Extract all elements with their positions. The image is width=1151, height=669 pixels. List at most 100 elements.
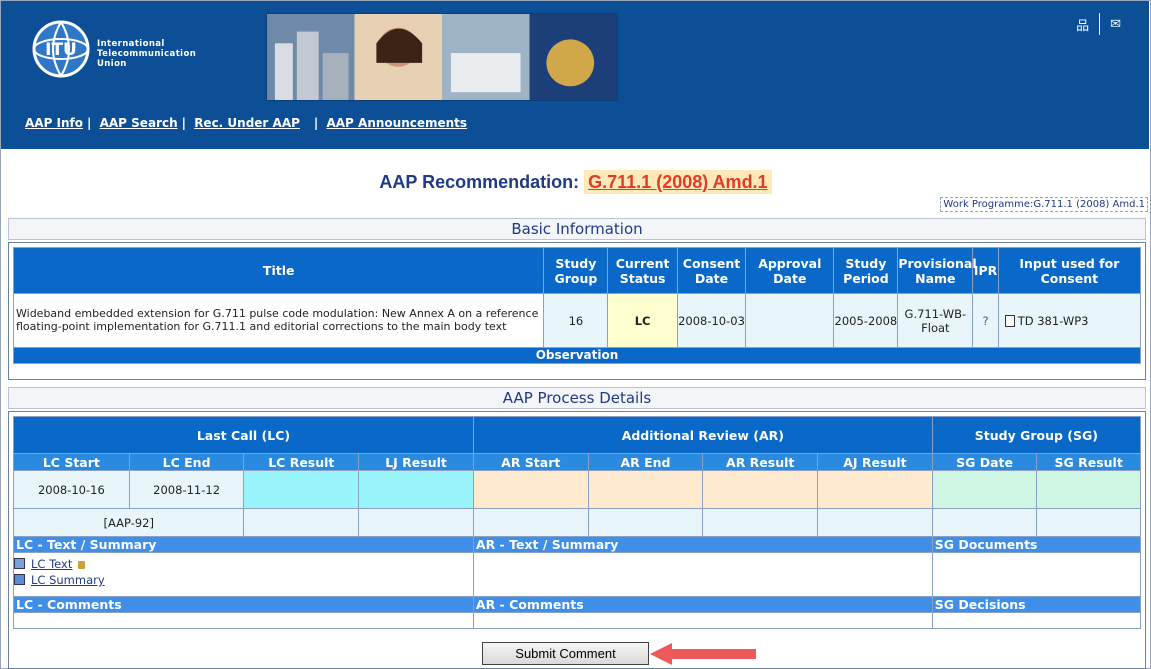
- work-programme-link[interactable]: Work Programme:G.711.1 (2008) Amd.1: [940, 197, 1148, 212]
- itu-logo[interactable]: ITU: [31, 19, 91, 79]
- col-lj-result: LJ Result: [358, 453, 474, 471]
- study-period-value: 2005-2008: [833, 293, 899, 348]
- group-additional-review: Additional Review (AR): [472, 416, 933, 454]
- consent-date-value: 2008-10-03: [676, 293, 747, 348]
- document-icon: [14, 558, 25, 569]
- col-sg-result: SG Result: [1036, 453, 1141, 471]
- ar-result-value: [702, 470, 819, 509]
- col-current-status: Current Status: [607, 247, 678, 294]
- study-group-value: 16: [543, 293, 609, 348]
- title-prefix: AAP Recommendation:: [379, 172, 580, 192]
- process-details-panel: Last Call (LC) Additional Review (AR) St…: [8, 411, 1146, 669]
- lc-end-value: 2008-11-12: [128, 470, 245, 509]
- table-row: 2008-10-16 2008-11-12: [13, 470, 1141, 509]
- table-row: [AAP-92]: [12, 508, 1141, 537]
- ar-comments-header: AR - Comments: [472, 596, 933, 613]
- sitemap-icon[interactable]: 品: [1066, 15, 1099, 34]
- rec-title: Wideband embedded extension for G.711 pu…: [12, 293, 545, 348]
- empty-cell: [358, 508, 474, 537]
- col-consent-date: Consent Date: [676, 247, 747, 294]
- approval-date-value: [745, 293, 835, 348]
- lock-icon: [78, 561, 86, 569]
- ar-comments-cell: [472, 612, 933, 629]
- recommendation-link[interactable]: G.711.1 (2008) Amd.1: [584, 170, 772, 194]
- summary-icon: [14, 574, 25, 585]
- status-badge: LC: [607, 293, 678, 348]
- lc-summary-link[interactable]: LC Summary: [31, 573, 105, 587]
- lc-text-link[interactable]: LC Text: [31, 557, 72, 571]
- logo-text: ITU: [45, 40, 77, 60]
- basic-info-table: Title Study Group Current Status Consent…: [12, 247, 1142, 364]
- col-aj-result: AJ Result: [817, 453, 933, 471]
- org-line-1: International: [97, 39, 165, 49]
- col-study-period: Study Period: [833, 247, 899, 294]
- col-study-group: Study Group: [543, 247, 609, 294]
- group-last-call: Last Call (LC): [13, 416, 474, 454]
- empty-cell: [587, 508, 704, 537]
- lc-comments-cell: [13, 612, 474, 629]
- empty-cell: [931, 508, 1038, 537]
- nav-aap-search[interactable]: AAP Search: [100, 116, 178, 130]
- org-line-3: Union: [97, 59, 127, 69]
- ar-text-summary-header: AR - Text / Summary: [472, 536, 933, 553]
- page-title: AAP Recommendation: G.711.1 (2008) Amd.1: [0, 170, 1151, 194]
- empty-cell: [243, 508, 360, 537]
- col-input: Input used for Consent: [997, 247, 1142, 294]
- col-ar-end: AR End: [587, 453, 704, 471]
- sg-documents-header: SG Documents: [931, 536, 1142, 553]
- ar-end-value: [587, 470, 704, 509]
- ar-docs-cell: [472, 552, 933, 597]
- empty-cell: [472, 508, 589, 537]
- col-lc-start: LC Start: [13, 453, 130, 471]
- sg-date-value: [931, 470, 1038, 509]
- mail-icon[interactable]: ✉: [1100, 17, 1131, 32]
- sg-decisions-cell: [931, 612, 1142, 629]
- header-icons: 品 ✉: [1066, 13, 1131, 35]
- submit-comment-button[interactable]: Submit Comment: [482, 642, 649, 665]
- empty-cell: [1036, 508, 1141, 537]
- ipr-link[interactable]: ?: [972, 293, 999, 348]
- aj-result-value: [817, 470, 933, 509]
- col-title: Title: [12, 247, 545, 294]
- input-doc-name: TD 381-WP3: [1017, 313, 1089, 328]
- col-ar-start: AR Start: [472, 453, 589, 471]
- lc-docs-cell: LC Text LC Summary: [13, 552, 474, 597]
- observation-header: Observation: [13, 347, 1141, 364]
- table-row: Wideband embedded extension for G.711 pu…: [12, 293, 1142, 348]
- empty-cell: [702, 508, 819, 537]
- process-table: Last Call (LC) Additional Review (AR) St…: [12, 416, 1142, 629]
- lc-text-summary-header: LC - Text / Summary: [13, 536, 474, 553]
- sg-result-value: [1036, 470, 1141, 509]
- basic-info-heading: Basic Information: [8, 218, 1146, 240]
- ar-start-value: [472, 470, 589, 509]
- aap-reference[interactable]: [AAP-92]: [12, 508, 245, 537]
- basic-info-panel: Title Study Group Current Status Consent…: [8, 242, 1146, 380]
- col-lc-result: LC Result: [243, 453, 360, 471]
- nav-aap-info[interactable]: AAP Info: [25, 116, 83, 130]
- process-details-heading: AAP Process Details: [8, 387, 1146, 409]
- org-line-2: Telecommunication: [97, 49, 197, 59]
- lc-comments-header: LC - Comments: [13, 596, 474, 613]
- group-study-group: Study Group (SG): [931, 416, 1142, 454]
- provisional-name-value: G.711-WB-Float: [897, 293, 974, 348]
- input-doc-cell[interactable]: TD 381-WP3: [997, 293, 1142, 348]
- site-header: ITU International Telecommunication Unio…: [1, 1, 1149, 149]
- col-ar-result: AR Result: [702, 453, 819, 471]
- org-name: International Telecommunication Union: [97, 39, 196, 69]
- header-photo-banner: [266, 13, 618, 101]
- sg-docs-cell: [931, 552, 1142, 597]
- col-lc-end: LC End: [128, 453, 245, 471]
- main-nav: AAP Info | AAP Search | Rec. Under AAP | AA…: [25, 116, 468, 130]
- nav-aap-announcements[interactable]: AAP Announcements: [326, 116, 467, 130]
- col-ipr: IPR: [972, 247, 999, 294]
- document-icon: [1004, 314, 1015, 327]
- col-approval-date: Approval Date: [745, 247, 835, 294]
- sg-decisions-header: SG Decisions: [931, 596, 1142, 613]
- lc-start-value: 2008-10-16: [13, 470, 130, 509]
- red-arrow-icon: [650, 643, 756, 665]
- col-provisional-name: Provisional Name: [897, 247, 977, 294]
- empty-cell: [817, 508, 933, 537]
- lj-result-value: [358, 470, 474, 509]
- lc-result-value: [243, 470, 360, 509]
- nav-rec-under-aap[interactable]: Rec. Under AAP: [194, 116, 300, 130]
